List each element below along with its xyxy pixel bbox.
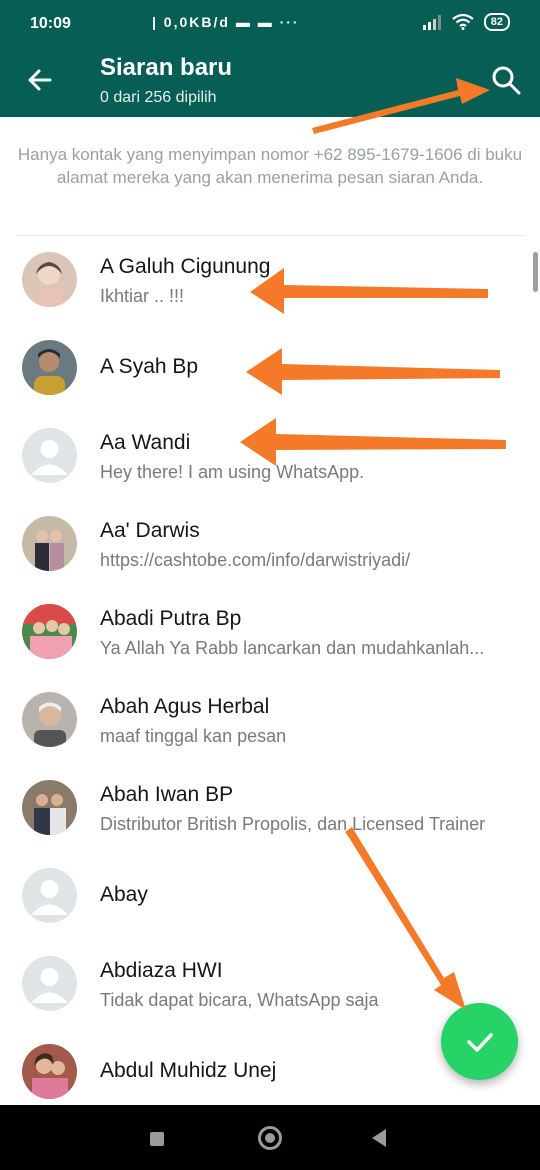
contact-list: A Galuh Cigunung Ikhtiar .. !!! A Syah B… xyxy=(0,236,540,1116)
contact-name: Abay xyxy=(100,883,148,906)
contact-status: Ya Allah Ya Rabb lancarkan dan mudahkanl… xyxy=(100,638,485,658)
scrollbar[interactable] xyxy=(533,252,538,292)
broadcast-notice: Hanya kontak yang menyimpan nomor +62 89… xyxy=(17,145,523,187)
contact-name: Abadi Putra Bp xyxy=(100,607,242,630)
selection-count: 0 dari 256 dipilih xyxy=(100,89,217,106)
status-notification-icons: | 0,0KB/d ▬ ▬ ··· xyxy=(152,14,300,30)
avatar xyxy=(22,1044,77,1099)
contact-row[interactable]: Aa' Darwis https://cashtobe.com/info/dar… xyxy=(0,500,540,588)
contact-row[interactable]: Abah Iwan BP Distributor British Propoli… xyxy=(0,764,540,852)
status-time: 10:09 xyxy=(30,15,71,32)
default-avatar xyxy=(22,868,77,923)
contact-status: Ikhtiar .. !!! xyxy=(100,286,185,306)
avatar xyxy=(22,692,77,747)
notification-icons: ▬ ▬ ··· xyxy=(235,14,300,30)
status-bar: 10:09 | 0,0KB/d ▬ ▬ ··· 82 xyxy=(0,0,540,40)
contact-name: Aa Wandi xyxy=(100,431,191,454)
system-nav-bar xyxy=(0,1105,540,1170)
contact-name: A Galuh Cigunung xyxy=(100,255,271,278)
page-title: Siaran baru xyxy=(100,54,233,81)
contact-name: Abah Agus Herbal xyxy=(100,695,270,718)
avatar xyxy=(22,252,77,307)
confirm-button[interactable] xyxy=(441,1003,518,1080)
contact-row[interactable]: A Galuh Cigunung Ikhtiar .. !!! xyxy=(0,236,540,324)
app-bar: Siaran baru 0 dari 256 dipilih xyxy=(0,40,540,117)
default-avatar xyxy=(22,428,77,483)
contact-row[interactable]: Abay xyxy=(0,852,540,940)
contact-status: https://cashtobe.com/info/darwistriyadi/ xyxy=(100,550,411,570)
contact-status: Hey there! I am using WhatsApp. xyxy=(100,462,365,482)
default-avatar xyxy=(22,956,77,1011)
check-icon xyxy=(467,1033,493,1052)
wifi-icon xyxy=(452,14,474,30)
status-right: 82 xyxy=(422,13,510,31)
contact-status: Tidak dapat bicara, WhatsApp saja xyxy=(100,990,379,1010)
back-arrow-icon[interactable] xyxy=(24,64,56,96)
contact-status: maaf tinggal kan pesan xyxy=(100,726,287,746)
nav-back-icon[interactable] xyxy=(372,1129,386,1147)
signal-icon xyxy=(422,15,441,30)
status-speed: | 0,0KB/d xyxy=(152,14,230,30)
contact-name: Aa' Darwis xyxy=(100,519,200,542)
battery-indicator: 82 xyxy=(483,13,510,31)
avatar xyxy=(22,516,77,571)
avatar xyxy=(22,340,77,395)
recents-icon[interactable] xyxy=(150,1132,164,1146)
contact-name: Abdiaza HWI xyxy=(100,959,223,982)
contact-row[interactable]: Abah Agus Herbal maaf tinggal kan pesan xyxy=(0,676,540,764)
search-icon[interactable] xyxy=(490,64,522,96)
contact-status: Distributor British Propolis, dan Licens… xyxy=(100,814,486,834)
contact-row[interactable]: Aa Wandi Hey there! I am using WhatsApp. xyxy=(0,412,540,500)
home-icon[interactable] xyxy=(258,1126,282,1150)
avatar xyxy=(22,780,77,835)
contact-name: A Syah Bp xyxy=(100,355,199,378)
contact-row[interactable]: Abadi Putra Bp Ya Allah Ya Rabb lancarka… xyxy=(0,588,540,676)
contact-name: Abdul Muhidz Unej xyxy=(100,1059,277,1082)
contact-row[interactable]: A Syah Bp xyxy=(0,324,540,412)
contact-name: Abah Iwan BP xyxy=(100,783,234,806)
avatar xyxy=(22,604,77,659)
